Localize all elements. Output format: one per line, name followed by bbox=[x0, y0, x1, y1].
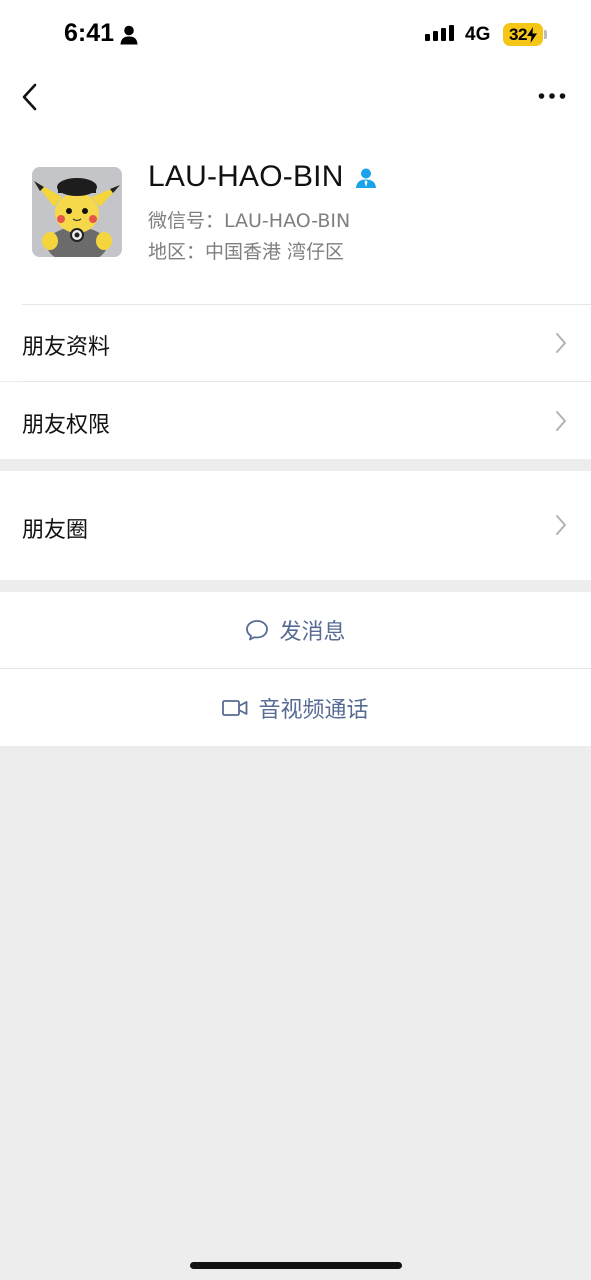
chevron-right-icon bbox=[556, 333, 566, 353]
person-icon bbox=[120, 25, 138, 45]
signal-icon bbox=[425, 25, 454, 41]
contact-person-icon bbox=[356, 168, 376, 188]
avatar-image bbox=[32, 167, 122, 257]
row-moments[interactable]: 朋友圈 bbox=[0, 471, 591, 580]
status-bar: 6:41 4G 32 bbox=[0, 0, 591, 70]
send-message-label: 发消息 bbox=[279, 620, 346, 645]
network-label: 4G bbox=[465, 24, 491, 45]
row-friend-permissions-label: 朋友权限 bbox=[22, 413, 111, 438]
row-moments-label: 朋友圈 bbox=[22, 518, 89, 543]
chevron-right-icon bbox=[556, 515, 566, 535]
video-camera-icon bbox=[222, 699, 248, 716]
charging-icon bbox=[526, 26, 537, 43]
row-friend-profile[interactable]: 朋友资料 bbox=[0, 305, 591, 381]
video-call-button[interactable]: 音视频通话 bbox=[0, 669, 591, 746]
avatar[interactable] bbox=[32, 167, 122, 257]
more-dots-icon[interactable] bbox=[538, 90, 566, 102]
row-friend-permissions[interactable]: 朋友权限 bbox=[0, 382, 591, 459]
profile-header: LAU-HAO-BIN 微信号：LAU-HAO-BIN 地区：中国香港 湾仔区 bbox=[0, 130, 591, 305]
status-time: 6:41 bbox=[64, 19, 115, 47]
nav-bar bbox=[0, 70, 591, 130]
chevron-right-icon bbox=[556, 411, 566, 431]
chat-bubble-icon bbox=[246, 620, 269, 641]
battery-indicator: 32 bbox=[503, 23, 543, 46]
send-message-button[interactable]: 发消息 bbox=[0, 592, 591, 668]
row-friend-profile-label: 朋友资料 bbox=[22, 335, 111, 360]
display-name: LAU-HAO-BIN bbox=[148, 160, 344, 193]
region: 地区：中国香港 湾仔区 bbox=[148, 241, 345, 263]
wechat-id: 微信号：LAU-HAO-BIN bbox=[148, 210, 351, 232]
battery-nub bbox=[544, 30, 547, 39]
video-call-label: 音视频通话 bbox=[258, 697, 369, 723]
home-indicator[interactable] bbox=[190, 1262, 402, 1269]
back-chevron-icon[interactable] bbox=[20, 82, 42, 112]
battery-level: 32 bbox=[509, 24, 527, 44]
